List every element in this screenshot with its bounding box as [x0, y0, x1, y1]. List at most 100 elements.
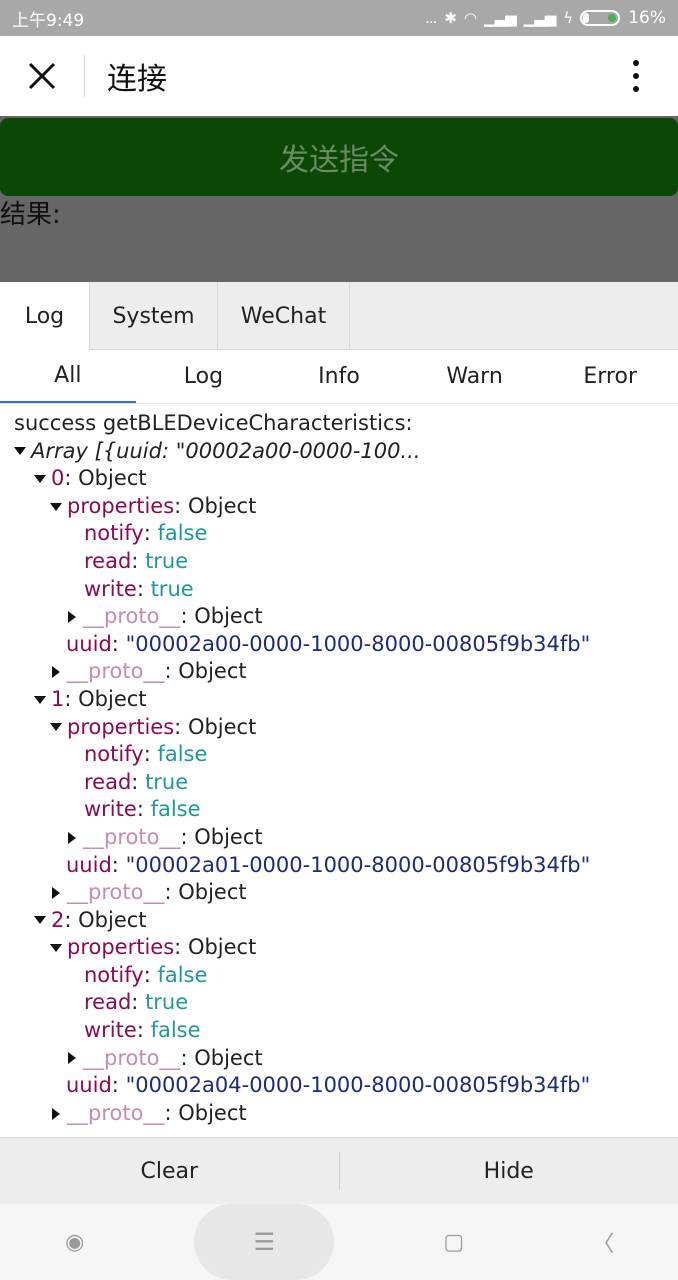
menu-button[interactable]: ☰: [194, 1204, 335, 1280]
back-button[interactable]: 〈: [573, 1212, 633, 1272]
circle-dot-icon: ◉: [65, 1229, 85, 1255]
menu-lines-icon: ☰: [253, 1228, 275, 1256]
tab-system[interactable]: System: [90, 282, 218, 350]
array-item-node[interactable]: 1: Object: [14, 686, 678, 714]
colon: :: [131, 990, 139, 1015]
read-value: true: [145, 548, 189, 573]
colon: :: [131, 769, 139, 794]
properties-node[interactable]: properties: Object: [14, 934, 678, 962]
notify-row: notify: false: [14, 962, 678, 990]
send-command-button[interactable]: 发送指令: [0, 118, 678, 196]
colon: :: [180, 1045, 188, 1070]
array-item-node[interactable]: 2: Object: [14, 907, 678, 935]
colon: :: [164, 1100, 172, 1125]
close-icon: [28, 62, 56, 90]
proto-node[interactable]: __proto__: Object: [14, 603, 678, 631]
object-label: Object: [194, 824, 263, 849]
properties-node[interactable]: properties: Object: [14, 714, 678, 742]
write-value: false: [150, 797, 201, 822]
write-row: write: true: [14, 576, 678, 604]
object-label: Object: [194, 1045, 263, 1070]
status-icons: ... ✱ ◠ ▁▃▅ ▁▃▅ ϟ 16%: [425, 8, 666, 28]
square-icon: ▢: [443, 1229, 465, 1255]
assistant-button[interactable]: ◉: [45, 1212, 105, 1272]
wifi-icon: ◠: [463, 9, 477, 27]
filter-error[interactable]: Error: [542, 350, 678, 403]
item-index: 1: [51, 686, 65, 711]
page-title: 连接: [107, 62, 167, 97]
write-key: write: [84, 1018, 137, 1043]
write-row: write: false: [14, 796, 678, 824]
close-button[interactable]: [0, 36, 84, 116]
result-label: 结果:: [0, 200, 61, 230]
notify-value: false: [157, 962, 208, 987]
expand-arrow-icon: [34, 695, 46, 704]
home-button[interactable]: ▢: [424, 1212, 484, 1272]
battery-percent: 16%: [628, 8, 666, 28]
console-footer: Clear Hide: [0, 1137, 678, 1204]
tab-wechat[interactable]: WeChat: [218, 282, 350, 350]
read-key: read: [84, 990, 132, 1015]
colon: :: [180, 824, 188, 849]
signal-icon: ▁▃▅: [484, 9, 517, 27]
array-label: Array [{uuid: "00002a00-0000-100...: [31, 438, 421, 463]
expand-arrow-icon: [14, 447, 26, 456]
clear-button[interactable]: Clear: [0, 1138, 339, 1204]
collapse-arrow-icon: [68, 610, 76, 623]
notify-value: false: [157, 742, 208, 767]
page-content: 发送指令 结果:: [0, 116, 678, 282]
colon: :: [111, 631, 119, 656]
expand-arrow-icon: [50, 723, 62, 732]
hide-button[interactable]: Hide: [340, 1138, 678, 1204]
collapse-arrow-icon: [68, 831, 76, 844]
proto-node[interactable]: __proto__: Object: [14, 824, 678, 852]
colon: :: [136, 1018, 144, 1043]
uuid-key: uuid: [66, 852, 112, 877]
item-proto-node[interactable]: __proto__: Object: [14, 879, 678, 907]
log-header-text: success getBLEDeviceCharacteristics:: [14, 411, 413, 435]
item-index: 2: [51, 907, 65, 932]
uuid-value: "00002a01-0000-1000-8000-00805f9b34fb": [125, 852, 591, 877]
colon: :: [180, 604, 188, 629]
collapse-arrow-icon: [52, 886, 60, 899]
properties-node[interactable]: properties: Object: [14, 493, 678, 521]
battery-icon: [580, 10, 621, 26]
colon: :: [111, 852, 119, 877]
uuid-value: "00002a04-0000-1000-8000-00805f9b34fb": [125, 1073, 591, 1098]
item-proto-node[interactable]: __proto__: Object: [14, 1100, 678, 1128]
read-row: read: true: [14, 989, 678, 1017]
object-label: Object: [187, 935, 257, 960]
array-item-node[interactable]: 0: Object: [14, 465, 678, 493]
colon: :: [143, 742, 151, 767]
colon: :: [143, 962, 151, 987]
object-label: Object: [178, 659, 247, 684]
properties-key: properties: [67, 714, 175, 739]
uuid-row: uuid: "00002a04-0000-1000-8000-00805f9b3…: [14, 1072, 678, 1100]
expand-arrow-icon: [34, 916, 46, 925]
filter-warn[interactable]: Warn: [407, 350, 543, 403]
notify-key: notify: [84, 962, 144, 987]
object-label: Object: [178, 880, 247, 905]
properties-key: properties: [67, 493, 175, 518]
object-label: Object: [187, 714, 257, 739]
array-node[interactable]: Array [{uuid: "00002a00-0000-100...: [14, 438, 678, 466]
proto-node[interactable]: __proto__: Object: [14, 1045, 678, 1073]
write-value: false: [150, 1018, 201, 1043]
item-proto-node[interactable]: __proto__: Object: [14, 658, 678, 686]
filter-log[interactable]: Log: [136, 350, 272, 403]
proto-key: __proto__: [67, 880, 165, 905]
more-menu-button[interactable]: [594, 36, 678, 116]
filter-info[interactable]: Info: [271, 350, 407, 403]
colon: :: [64, 686, 72, 711]
write-key: write: [84, 576, 137, 601]
tab-log[interactable]: Log: [0, 282, 90, 350]
uuid-key: uuid: [66, 1073, 112, 1098]
object-label: Object: [194, 604, 263, 629]
filter-all[interactable]: All: [0, 350, 136, 403]
notify-row: notify: false: [14, 520, 678, 548]
signal-2-icon: ▁▃▅: [523, 9, 557, 27]
notify-key: notify: [84, 742, 144, 767]
nav-bar: 连接: [0, 36, 678, 116]
collapse-arrow-icon: [52, 666, 60, 679]
status-bar: 上午9:49 ... ✱ ◠ ▁▃▅ ▁▃▅ ϟ 16%: [0, 0, 678, 36]
